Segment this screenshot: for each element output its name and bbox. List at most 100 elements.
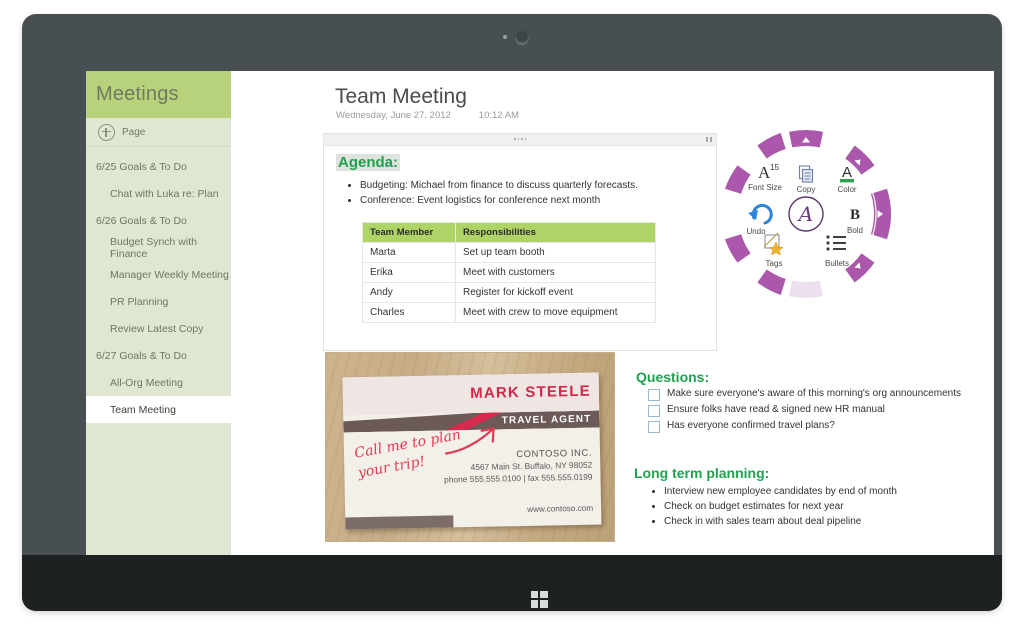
cell-member: Andy (362, 282, 456, 303)
plus-circle-icon (98, 123, 115, 141)
sidebar-item-chat-luka[interactable]: Chat with Luka re: Plan (86, 180, 231, 207)
sidebar-item-team-meeting[interactable]: Team Meeting (86, 396, 231, 423)
sidebar-item-0627-goals[interactable]: 6/27 Goals & To Do (86, 342, 231, 369)
sidebar-item-pr-planning[interactable]: PR Planning (86, 288, 231, 315)
camera-icon (515, 31, 529, 45)
table-row: Erika Meet with customers (362, 262, 656, 283)
cell-member: Charles (362, 302, 456, 323)
column-header-team-member: Team Member (362, 222, 456, 243)
cell-responsibility: Meet with crew to move equipment (455, 302, 656, 323)
table-header-row: Team Member Responsibilities (362, 222, 656, 243)
radial-item-label: Tags (766, 259, 783, 268)
responsibilities-table: Team Member Responsibilities Marta Set u… (362, 222, 656, 323)
card-bottom-band (345, 515, 453, 530)
sidebar-item-label: All-Org Meeting (110, 376, 183, 389)
sidebar-item-review-latest-copy[interactable]: Review Latest Copy (86, 315, 231, 342)
page-list: 6/25 Goals & To Do Chat with Luka re: Pl… (86, 153, 231, 423)
page-time: 10:12 AM (478, 110, 519, 121)
sidebar-item-manager-weekly[interactable]: Manager Weekly Meeting (86, 261, 231, 288)
list-item: Conference: Event logistics for conferen… (360, 193, 704, 208)
agenda-bullet-list: Budgeting: Michael from finance to discu… (336, 178, 704, 208)
resize-handle-icon[interactable] (706, 137, 712, 142)
cell-responsibility: Meet with customers (455, 262, 656, 283)
sidebar-item-label: 6/25 Goals & To Do (96, 160, 187, 173)
chevron-down-left-icon (751, 262, 758, 269)
list-item: Check on budget estimates for next year (664, 499, 994, 514)
business-card: MARK STEELE TRAVEL AGENT CONTOSO INC. 45… (342, 372, 602, 530)
sidebar-item-label: Review Latest Copy (110, 322, 204, 335)
checkbox-icon[interactable] (648, 405, 660, 417)
sidebar-item-label: PR Planning (110, 295, 169, 308)
card-website: www.contoso.com (527, 503, 594, 514)
font-color-icon: A (842, 164, 852, 181)
note-page: Team Meeting Wednesday, June 27, 2012 10… (231, 71, 994, 582)
long-term-list: Interview new employee candidates by end… (634, 484, 994, 529)
note-container-handle-bar[interactable] (324, 134, 716, 146)
table-row: Marta Set up team booth (362, 242, 656, 263)
sidebar-item-0625-goals[interactable]: 6/25 Goals & To Do (86, 153, 231, 180)
sidebar-item-all-org-meeting[interactable]: All-Org Meeting (86, 369, 231, 396)
list-item[interactable]: Make sure everyone's aware of this morni… (636, 387, 986, 401)
sidebar-header: Meetings (86, 71, 231, 118)
question-text: Make sure everyone's aware of this morni… (667, 388, 961, 399)
tablet-device: Meetings Page 6/25 Goals & To Do Chat wi… (22, 14, 1002, 611)
questions-heading: Questions: (636, 369, 710, 385)
page-title[interactable]: Team Meeting (335, 85, 467, 109)
bullets-icon (826, 235, 846, 251)
radial-item-label: Font Size (748, 183, 782, 192)
table-row: Charles Meet with crew to move equipment (362, 302, 656, 323)
onenote-a-icon: A (797, 202, 813, 226)
sidebar-item-label: Manager Weekly Meeting (110, 268, 229, 281)
question-text: Ensure folks have read & signed new HR m… (667, 404, 885, 415)
list-item: Budgeting: Michael from finance to discu… (360, 178, 704, 193)
long-term-heading: Long term planning: (634, 465, 770, 481)
notebook-title: Meetings (96, 83, 179, 105)
radial-item-label: Bullets (825, 259, 849, 268)
sidebar-item-label: Chat with Luka re: Plan (110, 187, 219, 200)
cell-responsibility: Set up team booth (455, 242, 656, 263)
sensor-dot-icon (503, 35, 507, 39)
radial-menu[interactable]: A Copy A 15 Font Size A Color Undo B Bol… (718, 126, 894, 302)
page-date: Wednesday, June 27, 2012 (336, 110, 451, 121)
list-item: Interview new employee candidates by end… (664, 484, 994, 499)
handwritten-arrow-icon (444, 427, 495, 455)
list-item[interactable]: Has everyone confirmed travel plans? (636, 419, 986, 433)
agenda-note-container[interactable]: Agenda: Budgeting: Michael from finance … (323, 133, 717, 351)
checkbox-icon[interactable] (648, 421, 660, 433)
sidebar-item-label: 6/26 Goals & To Do (96, 214, 187, 227)
device-bottom-bezel (22, 555, 1002, 611)
sidebar-item-budget-synch[interactable]: Budget Synch with Finance (86, 234, 231, 261)
list-item: Check in with sales team about deal pipe… (664, 514, 994, 529)
radial-menu-svg[interactable]: A Copy A 15 Font Size A Color Undo B Bol… (718, 126, 894, 302)
column-header-responsibilities: Responsibilities (455, 222, 656, 243)
windows-home-button[interactable] (519, 586, 559, 612)
chevron-up-left-icon (751, 159, 758, 166)
radial-item-label: Color (837, 185, 856, 194)
bold-icon: B (850, 207, 860, 223)
table-row: Andy Register for kickoff event (362, 282, 656, 303)
tablet-screen: Meetings Page 6/25 Goals & To Do Chat wi… (86, 71, 994, 582)
sidebar-item-label: 6/27 Goals & To Do (96, 349, 187, 362)
cell-member: Marta (362, 242, 456, 263)
radial-item-label: Bold (847, 226, 863, 235)
long-term-planning-block: Long term planning: Interview new employ… (634, 465, 994, 529)
questions-block: Questions: Make sure everyone's aware of… (636, 369, 986, 433)
radial-item-label: Undo (746, 227, 766, 236)
drag-grip-icon[interactable] (514, 138, 526, 140)
agenda-heading: Agenda: (336, 154, 400, 171)
question-text: Has everyone confirmed travel plans? (667, 420, 835, 431)
windows-logo-icon (530, 590, 548, 608)
list-item[interactable]: Ensure folks have read & signed new HR m… (636, 403, 986, 417)
business-card-photo[interactable]: MARK STEELE TRAVEL AGENT CONTOSO INC. 45… (325, 352, 615, 542)
add-page-button[interactable]: Page (86, 118, 231, 147)
card-role: TRAVEL AGENT (501, 413, 592, 427)
sidebar-item-label: Team Meeting (110, 403, 176, 416)
chevron-left-icon (729, 210, 735, 218)
sidebar-item-0626-goals[interactable]: 6/26 Goals & To Do (86, 207, 231, 234)
font-size-value: 15 (770, 163, 779, 172)
page-meta: Wednesday, June 27, 2012 10:12 AM (336, 110, 519, 121)
agenda-body: Agenda: Budgeting: Michael from finance … (324, 146, 716, 323)
screenshot-root: Meetings Page 6/25 Goals & To Do Chat wi… (0, 0, 1024, 625)
cell-member: Erika (362, 262, 456, 283)
checkbox-icon[interactable] (648, 389, 660, 401)
